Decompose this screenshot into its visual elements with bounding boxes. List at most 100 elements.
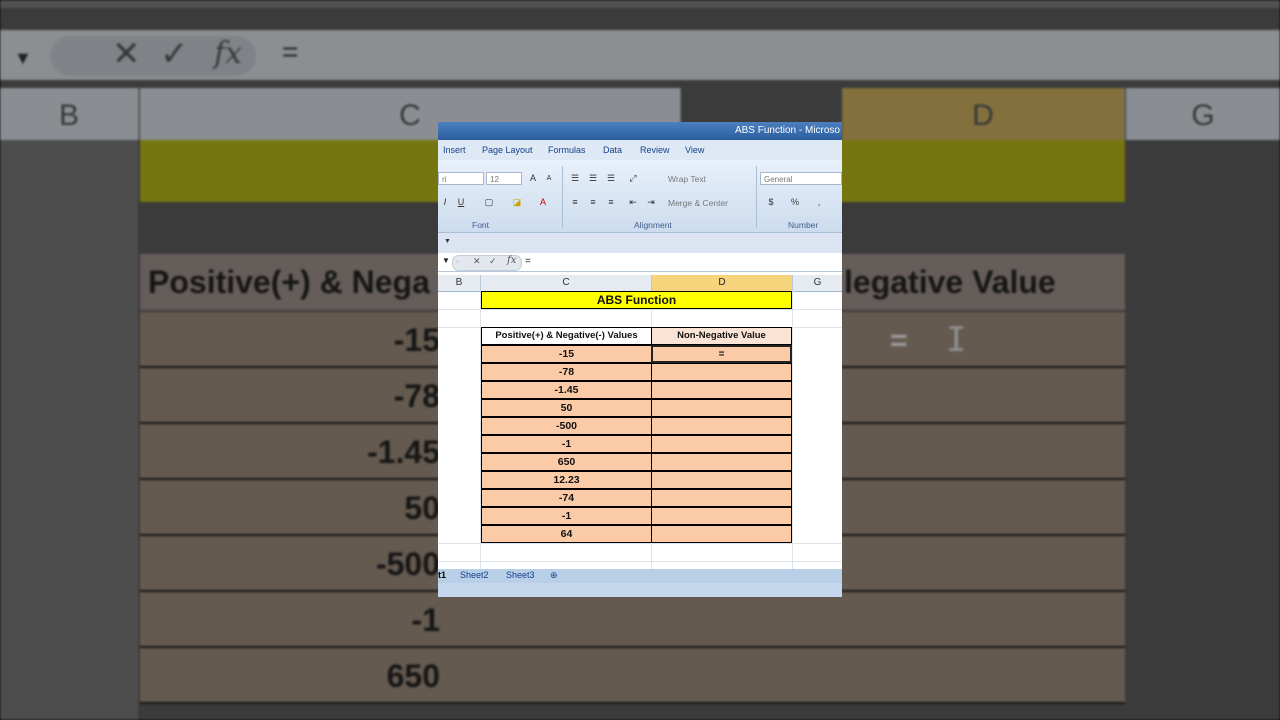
table-row: -1.45	[481, 381, 792, 399]
value-cell[interactable]: 12.23	[481, 471, 652, 489]
comma-style-icon[interactable]: ,	[812, 196, 826, 209]
value-cell[interactable]: -1	[481, 435, 652, 453]
col-header-c[interactable]: C	[481, 275, 652, 291]
result-cell[interactable]	[651, 453, 792, 471]
ribbon-tabs: Insert Page Layout Formulas Data Review …	[438, 140, 842, 161]
column-headers: B C D G	[438, 275, 842, 292]
align-top-icon[interactable]: ☰	[568, 172, 582, 185]
status-bar	[438, 583, 842, 597]
value-cell[interactable]: -1.45	[481, 381, 652, 399]
table-row: 650	[481, 453, 792, 471]
align-center-icon[interactable]: ≡	[586, 196, 600, 209]
cancel-icon[interactable]: ✕	[473, 256, 481, 267]
col-header-b[interactable]: B	[438, 275, 481, 291]
value-cell[interactable]: 650	[481, 453, 652, 471]
header-cell-values[interactable]: Positive(+) & Negative(-) Values	[481, 327, 652, 345]
value-cell[interactable]: -15	[481, 345, 652, 363]
value-cell[interactable]: -500	[481, 417, 652, 435]
col-header-d[interactable]: D	[652, 275, 793, 291]
wrap-text-button[interactable]: Wrap Text	[668, 174, 706, 184]
grow-font-icon[interactable]: A	[526, 172, 540, 185]
result-cell[interactable]	[651, 525, 792, 543]
align-bottom-icon[interactable]: ☰	[604, 172, 618, 185]
header-cell-non-negative[interactable]: Non-Negative Value	[651, 327, 792, 345]
underline-icon[interactable]: U	[454, 196, 468, 209]
col-header-g[interactable]: G	[793, 275, 842, 291]
font-size-input[interactable]: 12	[486, 172, 522, 185]
table-row: -74	[481, 489, 792, 507]
align-right-icon[interactable]: ≡	[604, 196, 618, 209]
number-group-label: Number	[788, 220, 819, 230]
tab-view[interactable]: View	[685, 145, 704, 155]
insert-sheet-icon[interactable]: ⊕	[550, 570, 558, 581]
formula-bar: ▼ ◦ ✕ ✓ fx =	[438, 253, 842, 272]
align-left-icon[interactable]: ≡	[568, 196, 582, 209]
result-cell[interactable]	[651, 435, 792, 453]
font-name-input[interactable]: ri	[438, 172, 484, 185]
formula-input[interactable]: =	[525, 256, 531, 267]
sheet-title-cell[interactable]: ABS Function	[481, 291, 792, 309]
result-cell[interactable]	[651, 363, 792, 381]
result-cell[interactable]	[651, 399, 792, 417]
ribbon-separator	[562, 166, 563, 228]
decrease-indent-icon[interactable]: ⇤	[626, 196, 640, 209]
sheet-tabs-bar: t1 Sheet2 Sheet3 ⊕	[438, 569, 842, 583]
sheet-tab-3[interactable]: Sheet3	[506, 570, 535, 580]
result-cell[interactable]	[651, 417, 792, 435]
gridline	[438, 543, 842, 544]
formula-grip-icon: ◦	[456, 256, 460, 266]
table-row: -1	[481, 507, 792, 525]
value-cell[interactable]: 50	[481, 399, 652, 417]
table-row: -78	[481, 363, 792, 381]
table-row: 64	[481, 525, 792, 543]
table-row: -1	[481, 435, 792, 453]
active-cell[interactable]: =	[651, 345, 792, 363]
gridline	[438, 309, 842, 310]
collapse-arrow-icon[interactable]: ▼	[444, 238, 451, 245]
result-cell[interactable]	[651, 489, 792, 507]
number-format-select[interactable]: General	[760, 172, 842, 185]
ribbon: ri 12 A A I U ▢ ◪ A Font ☰ ☰ ☰ ⤢ ≡ ≡ ≡ ⇤…	[438, 160, 842, 232]
tab-formulas[interactable]: Formulas	[548, 145, 586, 155]
excel-window: ABS Function - Microso Insert Page Layou…	[438, 122, 842, 597]
table-row: -500	[481, 417, 792, 435]
value-cell[interactable]: 64	[481, 525, 652, 543]
result-cell[interactable]	[651, 381, 792, 399]
title-bar: ABS Function - Microso	[438, 122, 842, 140]
font-color-icon[interactable]: A	[536, 196, 550, 209]
tab-page-layout[interactable]: Page Layout	[482, 145, 533, 155]
gridline	[792, 291, 793, 571]
result-cell[interactable]	[651, 507, 792, 525]
percent-icon[interactable]: %	[788, 196, 802, 209]
shrink-font-icon[interactable]: A	[542, 172, 556, 185]
cell-grid: ABS Function Positive(+) & Negative(-) V…	[438, 291, 842, 571]
tab-data[interactable]: Data	[603, 145, 622, 155]
tab-insert[interactable]: Insert	[443, 145, 466, 155]
name-box-dropdown-icon[interactable]: ▼	[442, 256, 450, 265]
merge-center-button[interactable]: Merge & Center	[668, 198, 728, 208]
font-group-label: Font	[472, 220, 490, 230]
align-middle-icon[interactable]: ☰	[586, 172, 600, 185]
ribbon-separator	[756, 166, 757, 228]
sheet-tab-2[interactable]: Sheet2	[460, 570, 489, 580]
table-row: 12.23	[481, 471, 792, 489]
quick-access-bar: ▼	[438, 232, 842, 253]
value-cell[interactable]: -1	[481, 507, 652, 525]
value-cell[interactable]: -74	[481, 489, 652, 507]
currency-icon[interactable]: $	[764, 196, 778, 209]
insert-function-icon[interactable]: fx	[507, 255, 516, 266]
italic-icon[interactable]: I	[438, 196, 452, 209]
table-row: -15 =	[481, 345, 792, 363]
increase-indent-icon[interactable]: ⇥	[644, 196, 658, 209]
window-title: ABS Function - Microso	[734, 125, 840, 136]
orientation-icon[interactable]: ⤢	[626, 172, 640, 185]
border-icon[interactable]: ▢	[482, 196, 496, 209]
sheet-tab-1[interactable]: t1	[438, 570, 446, 580]
tab-review[interactable]: Review	[640, 145, 670, 155]
alignment-group-label: Alignment	[634, 220, 672, 230]
result-cell[interactable]	[651, 471, 792, 489]
value-cell[interactable]: -78	[481, 363, 652, 381]
enter-icon[interactable]: ✓	[489, 256, 497, 267]
gridline	[438, 561, 842, 562]
fill-color-icon[interactable]: ◪	[510, 196, 524, 209]
